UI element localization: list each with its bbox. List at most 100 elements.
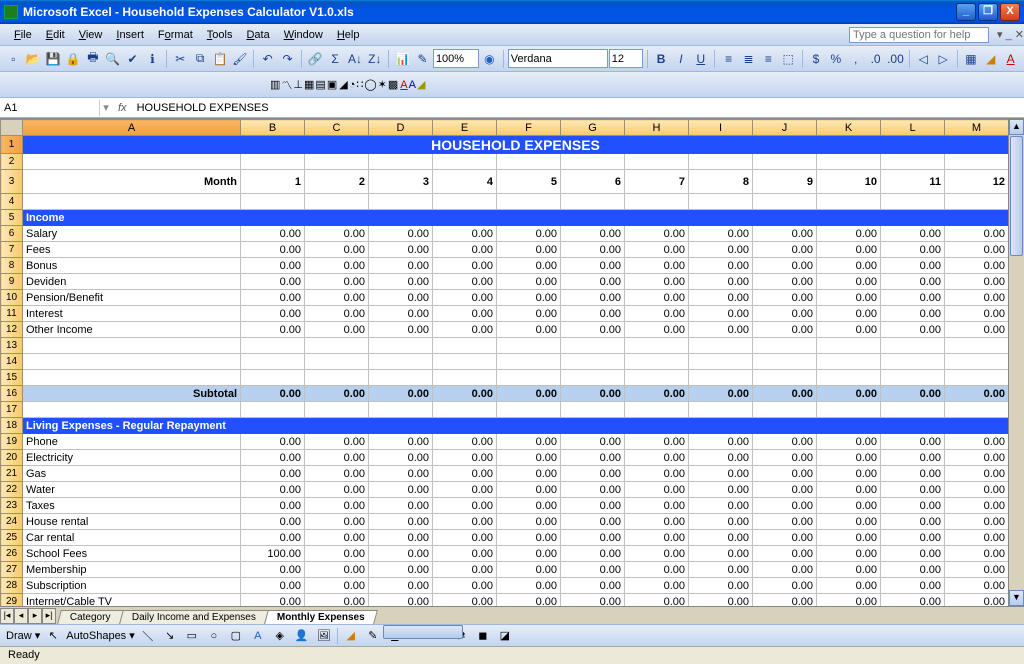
row-label[interactable]: Salary (23, 226, 241, 242)
data-cell[interactable]: 0.00 (881, 514, 945, 530)
data-cell[interactable]: 0.00 (369, 578, 433, 594)
menu-edit[interactable]: Edit (40, 27, 71, 43)
data-cell[interactable]: 0.00 (753, 530, 817, 546)
row-22[interactable]: 22 (1, 482, 23, 498)
month-cell[interactable]: 5 (497, 170, 561, 194)
row-20[interactable]: 20 (1, 450, 23, 466)
data-cell[interactable]: 0.00 (305, 322, 369, 338)
data-cell[interactable]: 0.00 (881, 274, 945, 290)
row-28[interactable]: 28 (1, 578, 23, 594)
data-cell[interactable]: 0.00 (689, 514, 753, 530)
data-cell[interactable]: 0.00 (241, 322, 305, 338)
data-cell[interactable]: 0.00 (369, 482, 433, 498)
chart-area-icon[interactable]: ◢ (339, 78, 347, 91)
data-cell[interactable]: 0.00 (497, 258, 561, 274)
data-cell[interactable]: 0.00 (369, 242, 433, 258)
data-cell[interactable]: 0.00 (433, 530, 497, 546)
data-cell[interactable]: 0.00 (241, 306, 305, 322)
data-cell[interactable]: 0.00 (945, 322, 1009, 338)
data-cell[interactable]: 0.00 (753, 450, 817, 466)
month-cell[interactable]: 2 (305, 170, 369, 194)
data-cell[interactable]: 0.00 (241, 578, 305, 594)
row-label[interactable]: Internet/Cable TV (23, 594, 241, 607)
data-cell[interactable]: 0.00 (881, 290, 945, 306)
data-cell[interactable]: 0.00 (945, 290, 1009, 306)
data-cell[interactable]: 0.00 (753, 226, 817, 242)
data-cell[interactable]: 0.00 (497, 322, 561, 338)
data-cell[interactable]: 0.00 (305, 546, 369, 562)
data-cell[interactable]: 0.00 (241, 274, 305, 290)
textbox-icon[interactable]: ▢ (227, 627, 245, 645)
borders-icon[interactable]: ▦ (961, 49, 980, 69)
col-K[interactable]: K (817, 120, 881, 136)
data-cell[interactable]: 0.00 (945, 482, 1009, 498)
data-cell[interactable]: 0.00 (369, 466, 433, 482)
data-cell[interactable]: 0.00 (817, 594, 881, 607)
chart-donut-icon[interactable]: ◯ (364, 78, 376, 91)
open-icon[interactable]: 📂 (24, 49, 43, 69)
data-cell[interactable]: 0.00 (689, 498, 753, 514)
chart-axes-icon[interactable]: ⊥ (293, 78, 303, 91)
data-cell[interactable]: 0.00 (753, 242, 817, 258)
oval-icon[interactable]: ○ (205, 627, 223, 645)
data-cell[interactable]: 0.00 (817, 514, 881, 530)
month-cell[interactable]: 11 (881, 170, 945, 194)
percent-icon[interactable]: % (826, 49, 845, 69)
data-cell[interactable]: 0.00 (369, 562, 433, 578)
help-input[interactable] (849, 27, 989, 43)
data-cell[interactable]: 0.00 (433, 482, 497, 498)
chart-icon[interactable]: 📊 (393, 49, 412, 69)
copy-icon[interactable]: ⧉ (191, 49, 210, 69)
data-cell[interactable]: 0.00 (689, 226, 753, 242)
data-cell[interactable]: 0.00 (753, 562, 817, 578)
col-I[interactable]: I (689, 120, 753, 136)
row-29[interactable]: 29 (1, 594, 23, 607)
row-19[interactable]: 19 (1, 434, 23, 450)
bold-button[interactable]: B (652, 49, 671, 69)
menu-format[interactable]: Format (152, 27, 199, 43)
col-M[interactable]: M (945, 120, 1009, 136)
data-cell[interactable]: 0.00 (945, 530, 1009, 546)
data-cell[interactable]: 0.00 (241, 498, 305, 514)
data-cell[interactable]: 0.00 (817, 242, 881, 258)
data-cell[interactable]: 0.00 (881, 306, 945, 322)
month-cell[interactable]: 9 (753, 170, 817, 194)
data-cell[interactable]: 0.00 (817, 562, 881, 578)
data-cell[interactable]: 0.00 (241, 562, 305, 578)
data-cell[interactable]: 0.00 (625, 274, 689, 290)
data-cell[interactable]: 0.00 (689, 322, 753, 338)
data-cell[interactable]: 0.00 (561, 546, 625, 562)
data-cell[interactable]: 0.00 (817, 530, 881, 546)
data-cell[interactable]: 0.00 (241, 226, 305, 242)
month-cell[interactable]: 8 (689, 170, 753, 194)
data-cell[interactable]: 0.00 (433, 434, 497, 450)
month-cell[interactable]: 1 (241, 170, 305, 194)
arrow-icon[interactable]: ↘ (161, 627, 179, 645)
row-label[interactable]: Car rental (23, 530, 241, 546)
row-21[interactable]: 21 (1, 466, 23, 482)
data-cell[interactable]: 0.00 (689, 562, 753, 578)
scroll-up-icon[interactable]: ▲ (1009, 119, 1024, 135)
data-cell[interactable]: 0.00 (497, 578, 561, 594)
data-cell[interactable]: 0.00 (945, 434, 1009, 450)
data-cell[interactable]: 0.00 (433, 242, 497, 258)
subtotal-cell[interactable]: 0.00 (945, 386, 1009, 402)
data-cell[interactable]: 0.00 (561, 450, 625, 466)
vertical-scrollbar[interactable]: ▲ ▼ (1008, 119, 1024, 606)
data-cell[interactable]: 0.00 (305, 578, 369, 594)
italic-button[interactable]: I (672, 49, 691, 69)
text-blue-icon[interactable]: A (409, 79, 416, 91)
data-cell[interactable]: 0.00 (753, 322, 817, 338)
row-27[interactable]: 27 (1, 562, 23, 578)
maximize-button[interactable]: ❐ (978, 3, 998, 21)
row-1[interactable]: 1 (1, 136, 23, 154)
underline-button[interactable]: U (691, 49, 710, 69)
comma-icon[interactable]: , (846, 49, 865, 69)
subtotal-label[interactable]: Subtotal (23, 386, 241, 402)
data-cell[interactable]: 0.00 (497, 466, 561, 482)
data-cell[interactable]: 0.00 (689, 274, 753, 290)
data-cell[interactable]: 0.00 (305, 498, 369, 514)
data-cell[interactable]: 0.00 (497, 434, 561, 450)
sheet-title[interactable]: HOUSEHOLD EXPENSES (23, 136, 1009, 154)
data-cell[interactable]: 0.00 (561, 578, 625, 594)
